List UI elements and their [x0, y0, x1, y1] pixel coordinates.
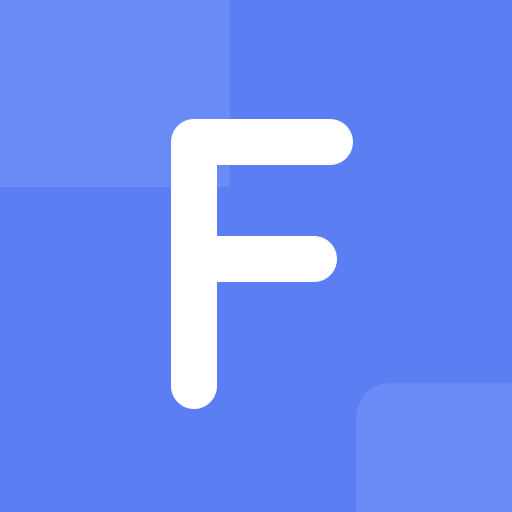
- app-icon[interactable]: [0, 0, 512, 512]
- bottom-right-accent-tile: [356, 383, 512, 512]
- app-icon-graphic: [0, 0, 512, 512]
